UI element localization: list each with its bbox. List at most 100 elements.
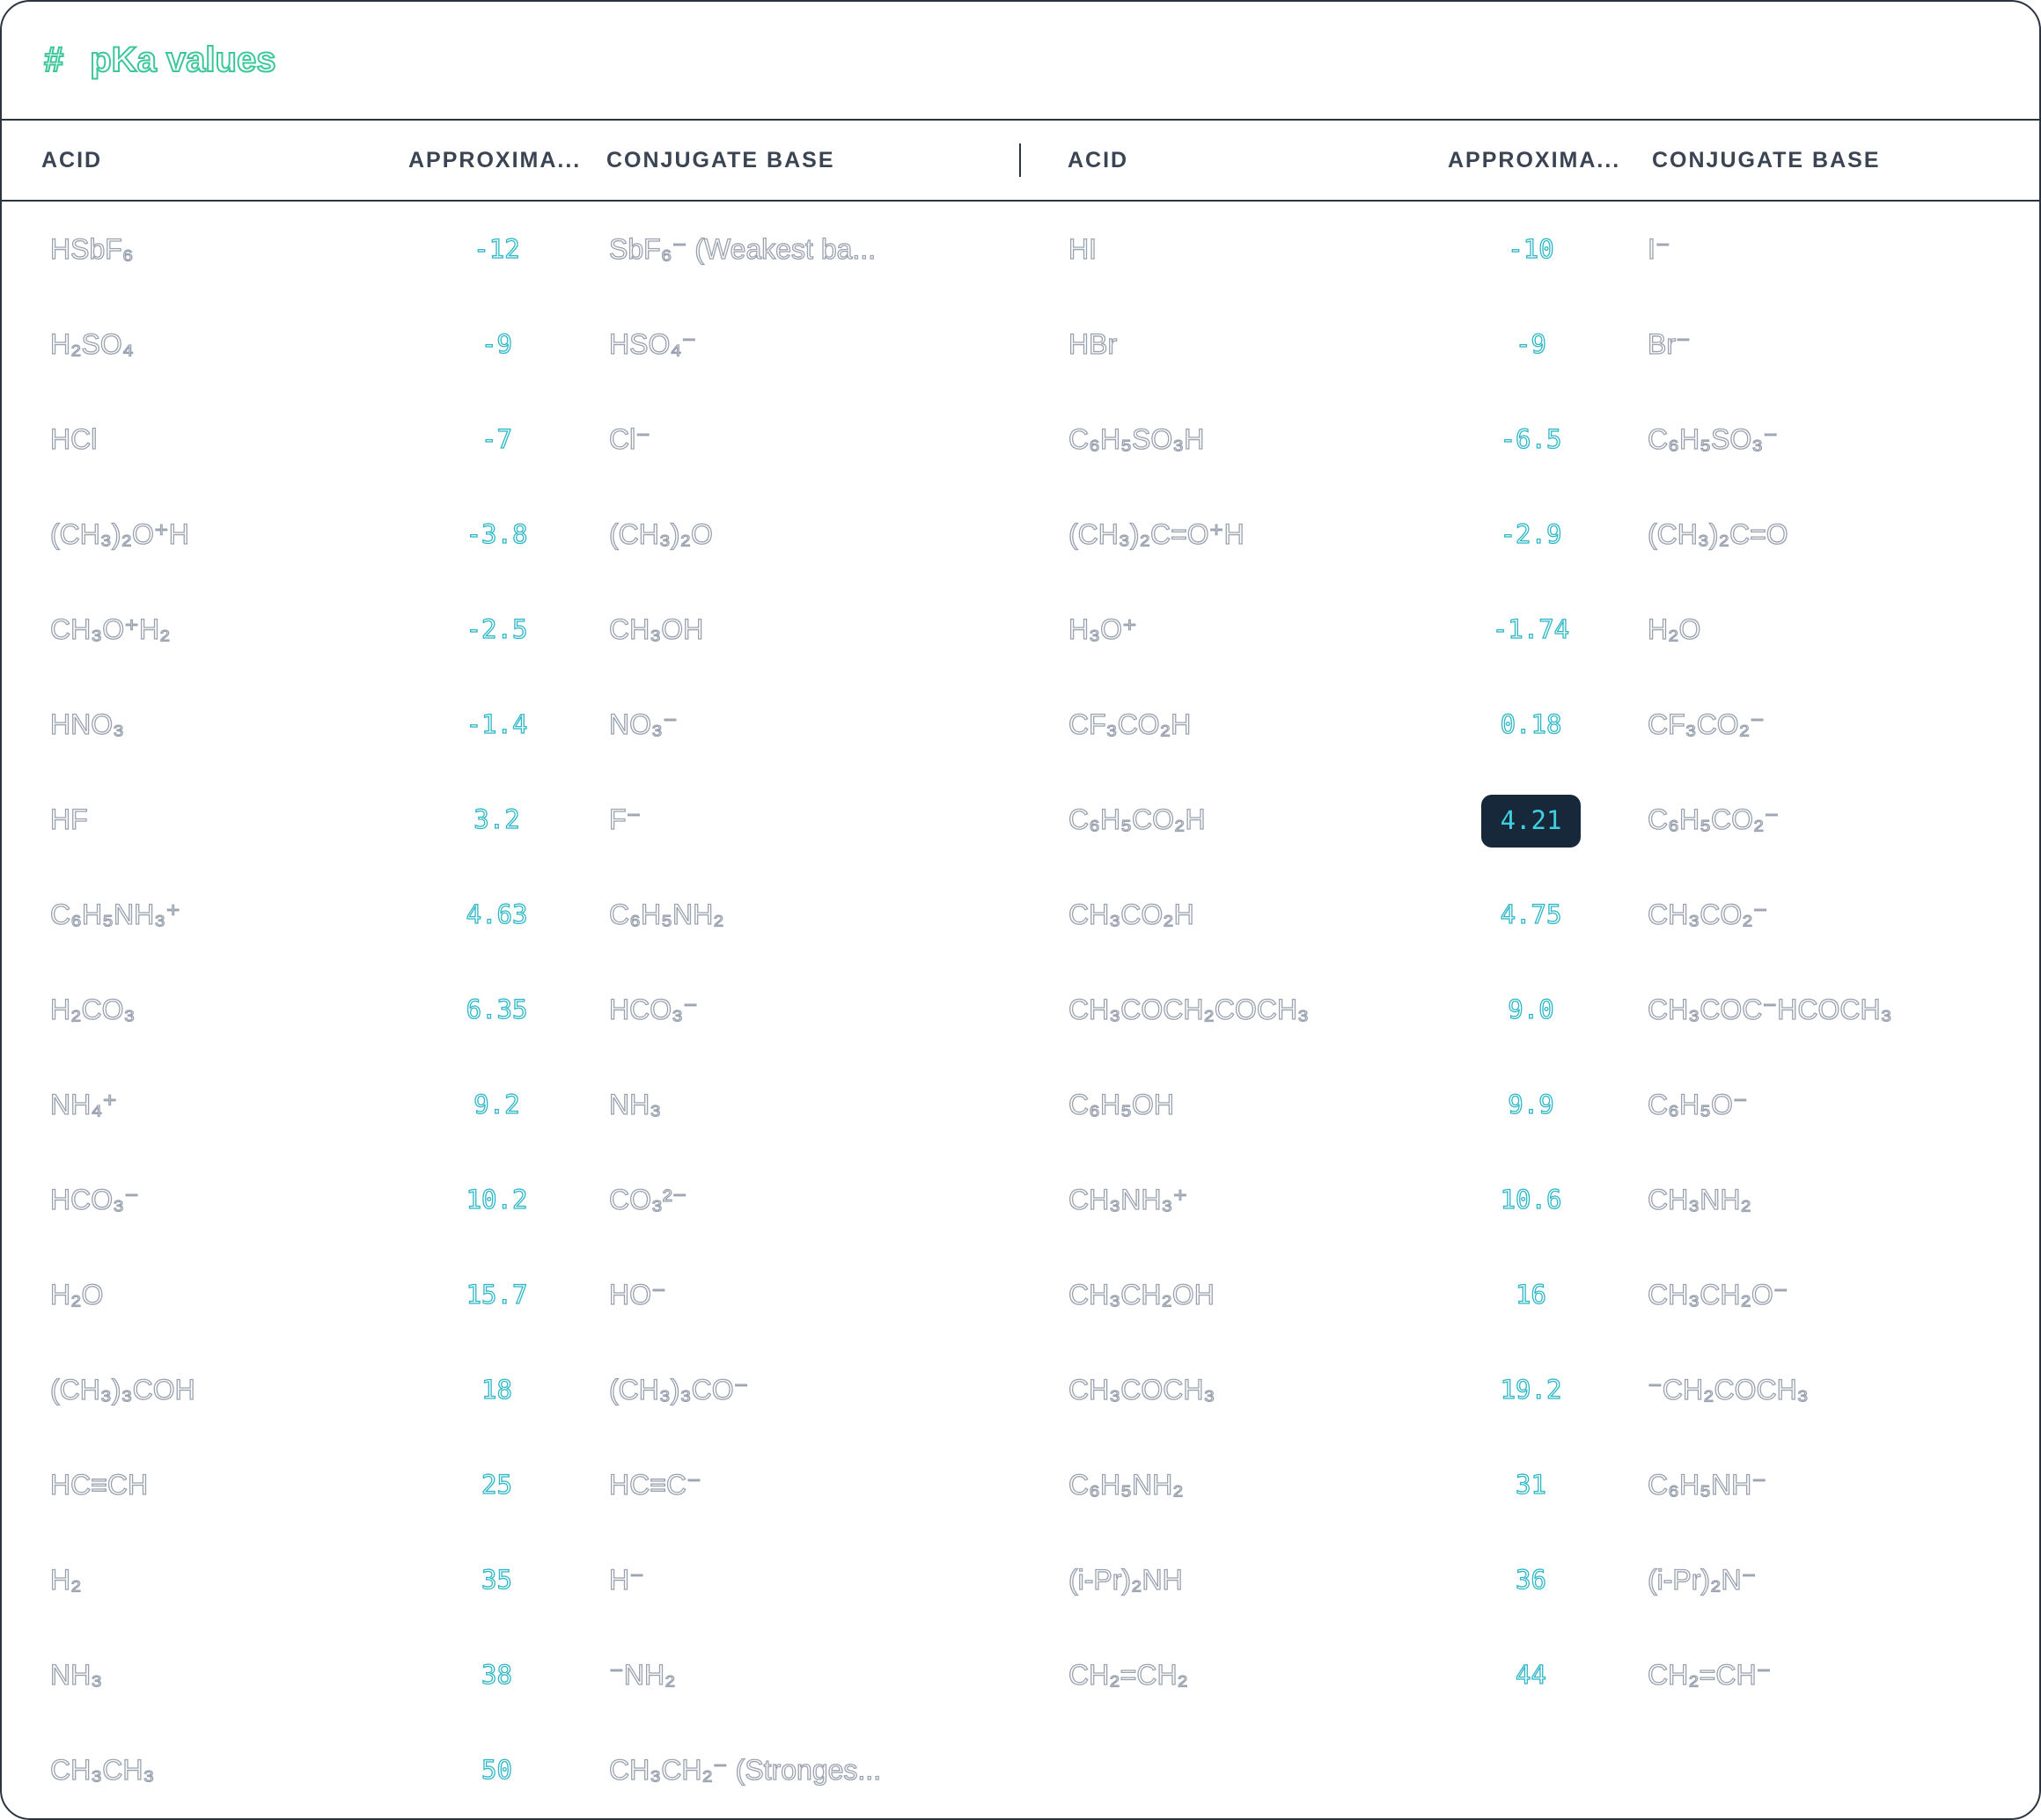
base-left-cell[interactable]: HC≡C⁻ (609, 1437, 961, 1532)
base-left-cell[interactable]: (CH₃)₂O (609, 487, 961, 582)
table-row[interactable]: NH₄⁺ 9.2 NH₃ C₆H₅OH 9.9 C₆H₅O⁻ (2, 1057, 2039, 1152)
acid-left-cell[interactable]: HF (50, 772, 393, 867)
acid-right-cell[interactable]: (i-Pr)₂NH (1068, 1532, 1438, 1627)
pka-left-cell[interactable]: 3.2 (407, 772, 587, 867)
base-left-cell[interactable]: H⁻ (609, 1532, 961, 1627)
table-row[interactable]: HSbF₆ -12 SbF₆⁻ (Weakest ba... HI -10 I⁻ (2, 202, 2039, 297)
acid-right-cell[interactable] (1068, 1722, 1438, 1817)
pka-left-cell[interactable]: 35 (407, 1532, 587, 1627)
acid-left-cell[interactable]: HCl (50, 392, 393, 487)
base-left-cell[interactable]: HO⁻ (609, 1247, 961, 1342)
acid-left-cell[interactable]: H₂SO₄ (50, 297, 393, 392)
acid-right-cell[interactable]: CH₃COCH₃ (1068, 1342, 1438, 1437)
pka-right-cell[interactable]: 16 (1442, 1247, 1620, 1342)
pka-right-cell[interactable]: -9 (1442, 297, 1620, 392)
acid-left-cell[interactable]: HNO₃ (50, 677, 393, 772)
acid-left-cell[interactable]: HSbF₆ (50, 202, 393, 297)
base-right-cell[interactable]: C₆H₅SO₃⁻ (1648, 392, 2035, 487)
base-left-cell[interactable]: CH₃CH₂⁻ (Stronges... (609, 1722, 961, 1817)
header-acid-right[interactable]: ACID (1068, 121, 1128, 200)
table-row[interactable]: HCl -7 Cl⁻ C₆H₅SO₃H -6.5 C₆H₅SO₃⁻ (2, 392, 2039, 487)
pka-left-cell[interactable]: -12 (407, 202, 587, 297)
base-right-cell[interactable]: CF₃CO₂⁻ (1648, 677, 2035, 772)
acid-right-cell[interactable]: C₆H₅CO₂H (1068, 772, 1438, 867)
acid-left-cell[interactable]: H₂CO₃ (50, 962, 393, 1057)
header-base-left[interactable]: CONJUGATE BASE (606, 121, 835, 200)
table-row[interactable]: CH₃O⁺H₂ -2.5 CH₃OH H₃O⁺ -1.74 H₂O (2, 582, 2039, 677)
pka-right-cell[interactable]: -2.9 (1442, 487, 1620, 582)
base-left-cell[interactable]: NO₃⁻ (609, 677, 961, 772)
base-left-cell[interactable]: HCO₃⁻ (609, 962, 961, 1057)
pka-left-cell[interactable]: 6.35 (407, 962, 587, 1057)
acid-right-cell[interactable]: HBr (1068, 297, 1438, 392)
acid-left-cell[interactable]: (CH₃)₂O⁺H (50, 487, 393, 582)
base-right-cell[interactable]: (CH₃)₂C=O (1648, 487, 2035, 582)
base-right-cell[interactable]: C₆H₅O⁻ (1648, 1057, 2035, 1152)
base-right-cell[interactable]: I⁻ (1648, 202, 2035, 297)
table-row[interactable]: H₂O 15.7 HO⁻ CH₃CH₂OH 16 CH₃CH₂O⁻ (2, 1247, 2039, 1342)
base-right-cell[interactable]: Br⁻ (1648, 297, 2035, 392)
table-row[interactable]: (CH₃)₃COH 18 (CH₃)₃CO⁻ CH₃COCH₃ 19.2 ⁻CH₂COCH… (2, 1342, 2039, 1437)
pka-right-cell[interactable]: 10.6 (1442, 1152, 1620, 1247)
acid-right-cell[interactable]: H₃O⁺ (1068, 582, 1438, 677)
header-pka-left[interactable]: APPROXIMA... (408, 121, 581, 200)
acid-right-cell[interactable]: CH₂=CH₂ (1068, 1627, 1438, 1722)
base-left-cell[interactable]: F⁻ (609, 772, 961, 867)
base-left-cell[interactable]: Cl⁻ (609, 392, 961, 487)
acid-left-cell[interactable]: CH₃O⁺H₂ (50, 582, 393, 677)
header-base-right[interactable]: CONJUGATE BASE (1652, 121, 1881, 200)
table-row[interactable]: C₆H₅NH₃⁺ 4.63 C₆H₅NH₂ CH₃CO₂H 4.75 CH₃CO₂⁻ (2, 867, 2039, 962)
pka-right-cell[interactable]: -10 (1442, 202, 1620, 297)
table-row[interactable]: CH₃CH₃ 50 CH₃CH₂⁻ (Stronges... (2, 1722, 2039, 1817)
table-row[interactable]: HNO₃ -1.4 NO₃⁻ CF₃CO₂H 0.18 CF₃CO₂⁻ (2, 677, 2039, 772)
pka-left-cell[interactable]: -1.4 (407, 677, 587, 772)
acid-left-cell[interactable]: CH₃CH₃ (50, 1722, 393, 1817)
pka-right-cell[interactable]: -1.74 (1442, 582, 1620, 677)
base-left-cell[interactable]: (CH₃)₃CO⁻ (609, 1342, 961, 1437)
table-row[interactable]: HC≡CH 25 HC≡C⁻ C₆H₅NH₂ 31 C₆H₅NH⁻ (2, 1437, 2039, 1532)
acid-right-cell[interactable]: CH₃NH₃⁺ (1068, 1152, 1438, 1247)
base-right-cell[interactable] (1648, 1722, 2035, 1817)
acid-right-cell[interactable]: CH₃CH₂OH (1068, 1247, 1438, 1342)
base-right-cell[interactable]: H₂O (1648, 582, 2035, 677)
base-left-cell[interactable]: CH₃OH (609, 582, 961, 677)
base-left-cell[interactable]: CO₃²⁻ (609, 1152, 961, 1247)
table-row[interactable]: HF 3.2 F⁻ C₆H₅CO₂H 4.21 C₆H₅CO₂⁻ (2, 772, 2039, 867)
base-right-cell[interactable]: CH₃NH₂ (1648, 1152, 2035, 1247)
acid-left-cell[interactable]: NH₃ (50, 1627, 393, 1722)
pka-right-cell[interactable]: 0.18 (1442, 677, 1620, 772)
acid-left-cell[interactable]: C₆H₅NH₃⁺ (50, 867, 393, 962)
base-left-cell[interactable]: HSO₄⁻ (609, 297, 961, 392)
pka-left-cell[interactable]: 4.63 (407, 867, 587, 962)
acid-left-cell[interactable]: H₂ (50, 1532, 393, 1627)
base-right-cell[interactable]: C₆H₅NH⁻ (1648, 1437, 2035, 1532)
selected-value-badge[interactable]: 4.21 (1480, 795, 1582, 848)
acid-right-cell[interactable]: HI (1068, 202, 1438, 297)
pka-right-cell[interactable] (1442, 1722, 1620, 1817)
pka-right-cell[interactable]: -6.5 (1442, 392, 1620, 487)
header-pka-right[interactable]: APPROXIMA... (1448, 121, 1620, 200)
table-row[interactable]: HCO₃⁻ 10.2 CO₃²⁻ CH₃NH₃⁺ 10.6 CH₃NH₂ (2, 1152, 2039, 1247)
pka-left-cell[interactable]: -2.5 (407, 582, 587, 677)
pka-left-cell[interactable]: 15.7 (407, 1247, 587, 1342)
base-right-cell[interactable]: C₆H₅CO₂⁻ (1648, 772, 2035, 867)
pka-left-cell[interactable]: -7 (407, 392, 587, 487)
base-left-cell[interactable]: ⁻NH₂ (609, 1627, 961, 1722)
acid-left-cell[interactable]: NH₄⁺ (50, 1057, 393, 1152)
base-right-cell[interactable]: ⁻CH₂COCH₃ (1648, 1342, 2035, 1437)
table-row[interactable]: NH₃ 38 ⁻NH₂ CH₂=CH₂ 44 CH₂=CH⁻ (2, 1627, 2039, 1722)
pka-left-cell[interactable]: 38 (407, 1627, 587, 1722)
pka-right-cell[interactable]: 9.0 (1442, 962, 1620, 1057)
acid-right-cell[interactable]: C₆H₅SO₃H (1068, 392, 1438, 487)
table-row[interactable]: H₂ 35 H⁻ (i-Pr)₂NH 36 (i-Pr)₂N⁻ (2, 1532, 2039, 1627)
pka-left-cell[interactable]: -9 (407, 297, 587, 392)
acid-right-cell[interactable]: C₆H₅NH₂ (1068, 1437, 1438, 1532)
base-left-cell[interactable]: C₆H₅NH₂ (609, 867, 961, 962)
pka-right-cell-selected[interactable]: 4.21 (1442, 772, 1620, 867)
pka-left-cell[interactable]: 25 (407, 1437, 587, 1532)
base-right-cell[interactable]: CH₃CO₂⁻ (1648, 867, 2035, 962)
pka-right-cell[interactable]: 9.9 (1442, 1057, 1620, 1152)
acid-left-cell[interactable]: H₂O (50, 1247, 393, 1342)
pka-right-cell[interactable]: 44 (1442, 1627, 1620, 1722)
acid-right-cell[interactable]: CH₃CO₂H (1068, 867, 1438, 962)
